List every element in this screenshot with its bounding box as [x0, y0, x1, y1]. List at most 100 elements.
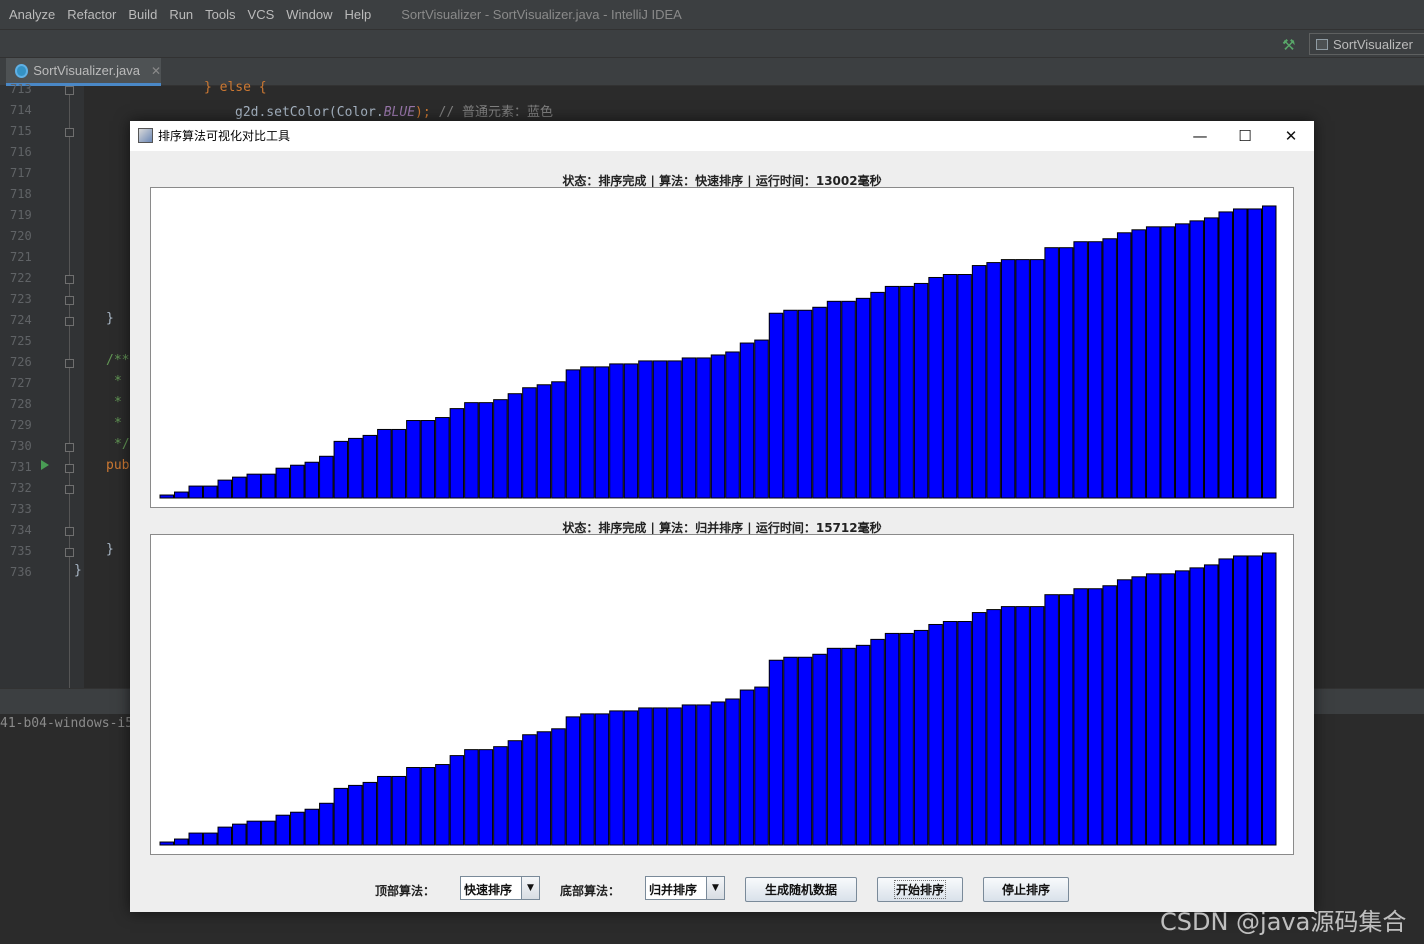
top-array-bar — [1247, 208, 1262, 499]
bottom-array-bar — [1131, 576, 1146, 846]
bottom-array-bar — [261, 820, 276, 846]
control-bar: 顶部算法： 快速排序 ▼ 底部算法： 归并排序 ▼ 生成随机数据 开始排序 停止… — [130, 873, 1314, 903]
top-array-bar — [203, 485, 218, 499]
bottom-array-bar — [928, 623, 943, 846]
menu-window[interactable]: Window — [280, 7, 338, 22]
bottom-array-bar — [594, 713, 610, 846]
top-array-bar — [275, 467, 291, 499]
bottom-array-bar — [1073, 588, 1088, 846]
close-window-icon[interactable]: ✕ — [1271, 124, 1311, 148]
bottom-array-bar — [565, 716, 581, 846]
run-gutter-icon[interactable] — [41, 460, 49, 470]
top-array-bar — [783, 309, 798, 499]
fold-marker-icon[interactable] — [65, 296, 74, 305]
fold-marker-icon[interactable] — [65, 128, 74, 137]
code-line-735[interactable]: } — [106, 542, 114, 557]
code-line-713[interactable]: } else { — [204, 80, 267, 95]
bottom-array-bar — [348, 784, 363, 846]
code-line-729[interactable]: * — [114, 416, 122, 431]
bottom-array-bar — [1247, 555, 1262, 846]
chevron-down-icon[interactable]: ▼ — [706, 877, 724, 899]
run-configuration-selector[interactable]: SortVisualizer — [1309, 33, 1424, 55]
maximize-icon[interactable]: ☐ — [1225, 124, 1265, 148]
code-line-724[interactable]: } — [106, 311, 114, 326]
fold-marker-icon[interactable] — [65, 359, 74, 368]
top-array-bar — [507, 393, 523, 499]
menu-build[interactable]: Build — [122, 7, 163, 22]
bottom-array-bar — [449, 755, 465, 846]
line-number: 715 — [10, 124, 32, 138]
line-number: 726 — [10, 355, 32, 369]
bottom-array-bar — [551, 728, 566, 846]
menu-vcs[interactable]: VCS — [242, 7, 281, 22]
bottom-array-bar — [1174, 570, 1190, 846]
stop-sort-button[interactable]: 停止排序 — [983, 877, 1069, 902]
fold-marker-icon[interactable] — [65, 548, 74, 557]
bottom-array-bar — [638, 707, 653, 846]
code-line-730[interactable]: */ — [114, 437, 130, 452]
top-array-bar — [536, 384, 552, 499]
top-array-bar — [449, 408, 465, 499]
fold-marker-icon[interactable] — [65, 527, 74, 536]
minimize-icon[interactable]: — — [1180, 124, 1220, 148]
code-line-728[interactable]: * — [114, 395, 122, 410]
fold-marker-icon[interactable] — [65, 86, 74, 95]
top-array-bar — [1261, 205, 1277, 499]
bottom-array-bar — [696, 704, 711, 846]
window-titlebar[interactable]: 排序算法可视化对比工具 — ☐ ✕ — [130, 121, 1314, 151]
top-array-bar — [362, 434, 378, 499]
bottom-array-bar — [464, 749, 479, 846]
menu-run[interactable]: Run — [163, 7, 199, 22]
menu-refactor[interactable]: Refactor — [61, 7, 122, 22]
code-line-726[interactable]: /** — [106, 353, 129, 368]
top-array-bar — [464, 402, 479, 499]
top-array-bar — [855, 297, 871, 499]
top-array-bar — [1218, 211, 1233, 499]
fold-marker-icon[interactable] — [65, 443, 74, 452]
generate-data-button[interactable]: 生成随机数据 — [745, 877, 857, 902]
code-line-714[interactable]: g2d.setColor(Color.BLUE); // 普通元素：蓝色 — [235, 101, 553, 120]
menu-analyze[interactable]: Analyze — [0, 7, 61, 22]
bottom-array-bar — [1218, 558, 1233, 846]
bottom-array-bar — [1145, 573, 1161, 846]
top-array-bar — [565, 369, 581, 499]
top-array-bar — [870, 291, 885, 499]
bottom-algorithm-select[interactable]: 归并排序 ▼ — [645, 876, 725, 900]
line-number: 727 — [10, 376, 32, 390]
top-array-bar — [1116, 232, 1132, 499]
fold-marker-icon[interactable] — [65, 464, 74, 473]
fold-marker-icon[interactable] — [65, 485, 74, 494]
top-array-bar — [986, 262, 1001, 499]
chevron-down-icon[interactable]: ▼ — [521, 877, 539, 899]
bottom-array-bar — [783, 656, 798, 846]
close-tab-icon[interactable]: ✕ — [151, 64, 161, 78]
top-array-bar — [652, 360, 668, 499]
top-array-bar — [971, 265, 987, 499]
start-sort-button[interactable]: 开始排序 — [877, 877, 963, 902]
menu-help[interactable]: Help — [339, 7, 378, 22]
top-array-bar — [420, 420, 436, 499]
top-array-bar — [725, 351, 740, 499]
line-number: 730 — [10, 439, 32, 453]
fold-marker-icon[interactable] — [65, 275, 74, 284]
bottom-array-bar — [884, 632, 900, 846]
bottom-array-bar — [333, 787, 349, 846]
top-algorithm-select[interactable]: 快速排序 ▼ — [460, 876, 540, 900]
bottom-array-bar — [406, 767, 421, 846]
line-number: 725 — [10, 334, 32, 348]
build-hammer-icon[interactable]: ⚒ — [1282, 36, 1295, 54]
fold-marker-icon[interactable] — [65, 317, 74, 326]
code-line-731[interactable]: pub — [106, 458, 129, 473]
bottom-array-bar — [536, 731, 552, 846]
top-array-bar — [913, 282, 929, 499]
top-array-bar — [1131, 229, 1146, 499]
line-number: 717 — [10, 166, 32, 180]
code-line-727[interactable]: * — [114, 374, 122, 389]
top-array-bar — [667, 360, 682, 499]
top-array-bar — [739, 342, 755, 499]
menu-tools[interactable]: Tools — [199, 7, 241, 22]
top-array-bar — [348, 437, 363, 499]
top-array-bar — [841, 300, 856, 499]
line-number: 731 — [10, 460, 32, 474]
code-line-736[interactable]: } — [74, 563, 82, 578]
